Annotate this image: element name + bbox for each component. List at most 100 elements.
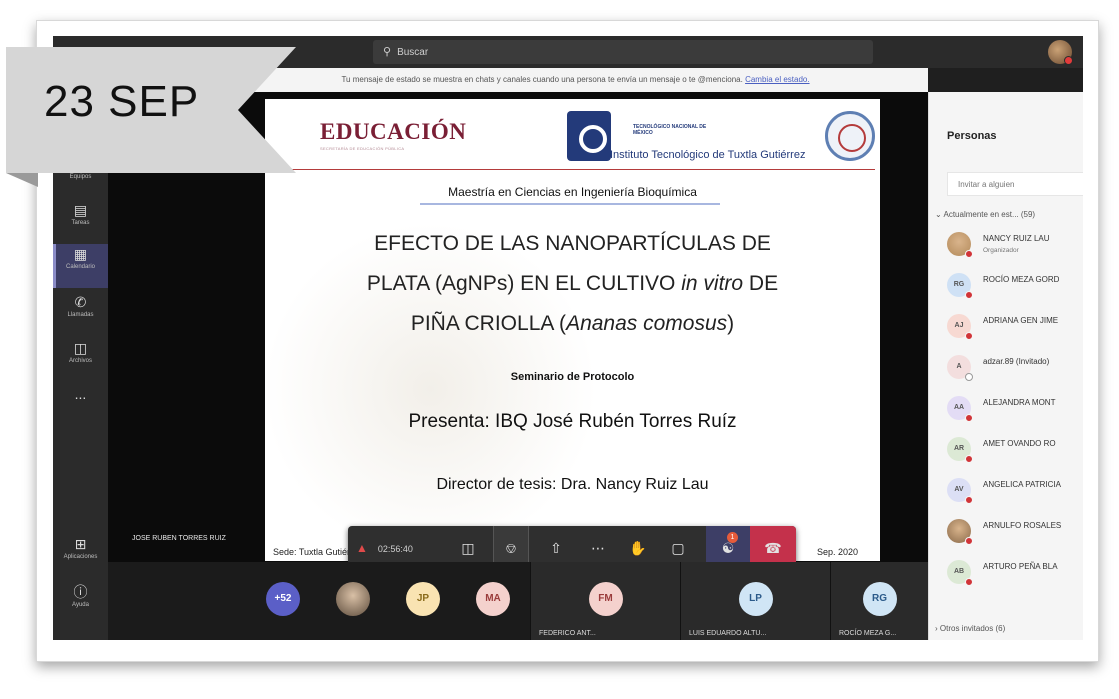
rail-item-files[interactable]: ◫ Archivos <box>53 338 108 382</box>
participant-name: ARTURO PEÑA BLA <box>983 562 1058 571</box>
presence-icon <box>965 537 973 545</box>
invite-input[interactable]: Invitar a alguien <box>947 172 1083 196</box>
section-label: Actualmente en est... (59) <box>943 210 1036 219</box>
presence-icon <box>965 578 973 586</box>
title-text: PIÑA CRIOLLA ( <box>410 312 567 335</box>
video-tile[interactable]: LP LUIS EDUARDO ALTU... <box>680 562 830 640</box>
title-line-2: PLATA (AgNPs) EN EL CULTIVO in vitro DE <box>295 264 850 304</box>
search-placeholder: Buscar <box>397 47 429 58</box>
avatar: RG <box>947 273 973 299</box>
slide-title: EFECTO DE LAS NANOPARTÍCULAS DE PLATA (A… <box>295 224 850 344</box>
files-icon: ◫ <box>73 340 88 356</box>
help-icon: ⓘ <box>73 584 88 600</box>
institute-name: Instituto Tecnológico de Tuxtla Gutiérre… <box>610 149 806 161</box>
date-tag: 23 SEP <box>6 47 296 187</box>
rail-label: Equipos <box>69 174 92 180</box>
institute-seal-icon <box>825 111 875 161</box>
avatar: AV <box>947 478 973 504</box>
avatar[interactable] <box>336 582 370 616</box>
tile-name: ROCÍO MEZA G... <box>839 630 897 637</box>
change-status-link[interactable]: Cambia el estado. <box>745 75 809 84</box>
more-icon: ... <box>74 386 87 402</box>
presence-icon <box>965 414 973 422</box>
rail-item-more[interactable]: ... <box>53 384 108 428</box>
overflow-count[interactable]: +52 <box>266 582 300 616</box>
chat-icon: ▢ <box>671 540 685 556</box>
avatar: AJ <box>947 314 973 340</box>
title-text: ) <box>727 312 735 335</box>
rail-label: Archivos <box>68 358 92 364</box>
avatar[interactable]: JP <box>406 582 440 616</box>
tasks-icon: ▤ <box>73 202 88 218</box>
shared-slide: EDUCACIÓN SECRETARÍA DE EDUCACIÓN PÚBLIC… <box>265 99 880 561</box>
tec-logo-icon <box>567 111 611 161</box>
participant-row[interactable]: AB ARTURO PEÑA BLA <box>947 554 1083 594</box>
avatar: AB <box>947 560 973 586</box>
rail-item-tasks[interactable]: ▤ Tareas <box>53 200 108 244</box>
rail-label: Calendario <box>65 264 96 270</box>
people-panel: Personas Invitar a alguien ⌄ Actualmente… <box>928 92 1083 640</box>
more-icon: ⋯ <box>591 540 605 556</box>
participant-name: ARNULFO ROSALES <box>983 521 1062 530</box>
participant-row[interactable]: RG ROCÍO MEZA GORD <box>947 267 1083 307</box>
video-tile[interactable]: FM FEDERICO ANT... <box>530 562 680 640</box>
education-logo: EDUCACIÓN <box>320 119 467 144</box>
camera-off-icon: ◫ <box>461 540 475 556</box>
avatar <box>947 519 973 545</box>
rail-label: Ayuda <box>72 602 89 608</box>
phone-icon: ✆ <box>74 294 87 310</box>
rail-label: Tareas <box>71 220 90 226</box>
avatar: LP <box>738 582 773 616</box>
apps-icon: ⊞ <box>74 536 87 552</box>
seminar-label: Seminario de Protocolo <box>510 371 635 383</box>
avatar <box>947 232 973 258</box>
presenter-name-label: JOSE RUBEN TORRES RUIZ <box>132 535 226 542</box>
other-guests-toggle[interactable]: › Otros invitados (6) <box>935 624 1005 633</box>
program-name: Maestría en Ciencias en Ingeniería Bioqu… <box>448 185 697 199</box>
participant-row[interactable]: AV ANGELICA PATRICIA <box>947 472 1083 512</box>
avatar: A <box>947 355 973 381</box>
rail-item-apps[interactable]: ⊞ Aplicaciones <box>53 534 108 578</box>
date-label: 23 SEP <box>44 77 200 126</box>
search-input[interactable]: ⚲ Buscar <box>373 40 873 64</box>
participant-name: ROCÍO MEZA GORD <box>983 275 1060 284</box>
rail-item-calls[interactable]: ✆ Llamadas <box>53 292 108 336</box>
avatar[interactable]: MA <box>476 582 510 616</box>
banner-message: Tu mensaje de estado se muestra en chats… <box>341 75 743 84</box>
rail-label: Aplicaciones <box>63 554 98 560</box>
participant-row[interactable]: Aadzar.89 (Invitado) <box>947 349 1083 389</box>
presence-icon <box>965 250 973 258</box>
presence-icon <box>965 373 973 381</box>
participant-role: Organizador <box>983 247 1019 254</box>
participant-row[interactable]: AR AMET OVANDO RO <box>947 431 1083 471</box>
participants-badge: 1 <box>727 532 738 543</box>
warning-icon: ▲ <box>356 541 368 555</box>
participant-name: adzar.89 (Invitado) <box>983 357 1050 366</box>
rail-item-calendar[interactable]: ▦ Calendario <box>53 244 108 288</box>
avatar[interactable] <box>1048 40 1073 65</box>
share-screen-icon: ⇧ <box>550 540 562 556</box>
app-rail: ☷Equipos ▤Tareas ▦Calendario ✆Llamadas ◫… <box>53 92 108 640</box>
title-line-1: EFECTO DE LAS NANOPARTÍCULAS DE <box>374 232 771 255</box>
rail-item-help[interactable]: ⓘ Ayuda <box>53 582 108 626</box>
title-text: PLATA (AgNPs) EN EL CULTIVO <box>366 272 682 295</box>
participant-name: ADRIANA GEN JIME <box>983 316 1059 325</box>
participant-row[interactable]: ARNULFO ROSALES <box>947 513 1083 553</box>
microphone-icon: ⎊ <box>505 540 517 556</box>
participant-name: NANCY RUIZ LAU <box>983 234 1050 243</box>
avatar: FM <box>588 582 623 616</box>
participant-strip: +52 JP MA FM FEDERICO ANT... LP LUIS EDU… <box>108 562 928 640</box>
search-icon: ⚲ <box>383 46 392 58</box>
title-line-3: PIÑA CRIOLLA (Ananas comosus) <box>295 304 850 344</box>
hang-up-icon: ☎ <box>764 540 782 556</box>
tile-name: FEDERICO ANT... <box>539 630 596 637</box>
participant-row[interactable]: AA ALEJANDRA MONT <box>947 390 1083 430</box>
participant-row[interactable]: NANCY RUIZ LAU Organizador <box>947 226 1083 266</box>
current-section-toggle[interactable]: ⌄ Actualmente en est... (59) <box>935 210 1035 219</box>
panel-title: Personas <box>947 130 997 142</box>
title-italic: Ananas comosus <box>566 312 728 335</box>
calendar-icon: ▦ <box>73 246 88 262</box>
title-italic: in vitro <box>681 272 744 295</box>
participant-row[interactable]: AJ ADRIANA GEN JIME <box>947 308 1083 348</box>
video-tile[interactable]: RG ROCÍO MEZA G... <box>830 562 928 640</box>
